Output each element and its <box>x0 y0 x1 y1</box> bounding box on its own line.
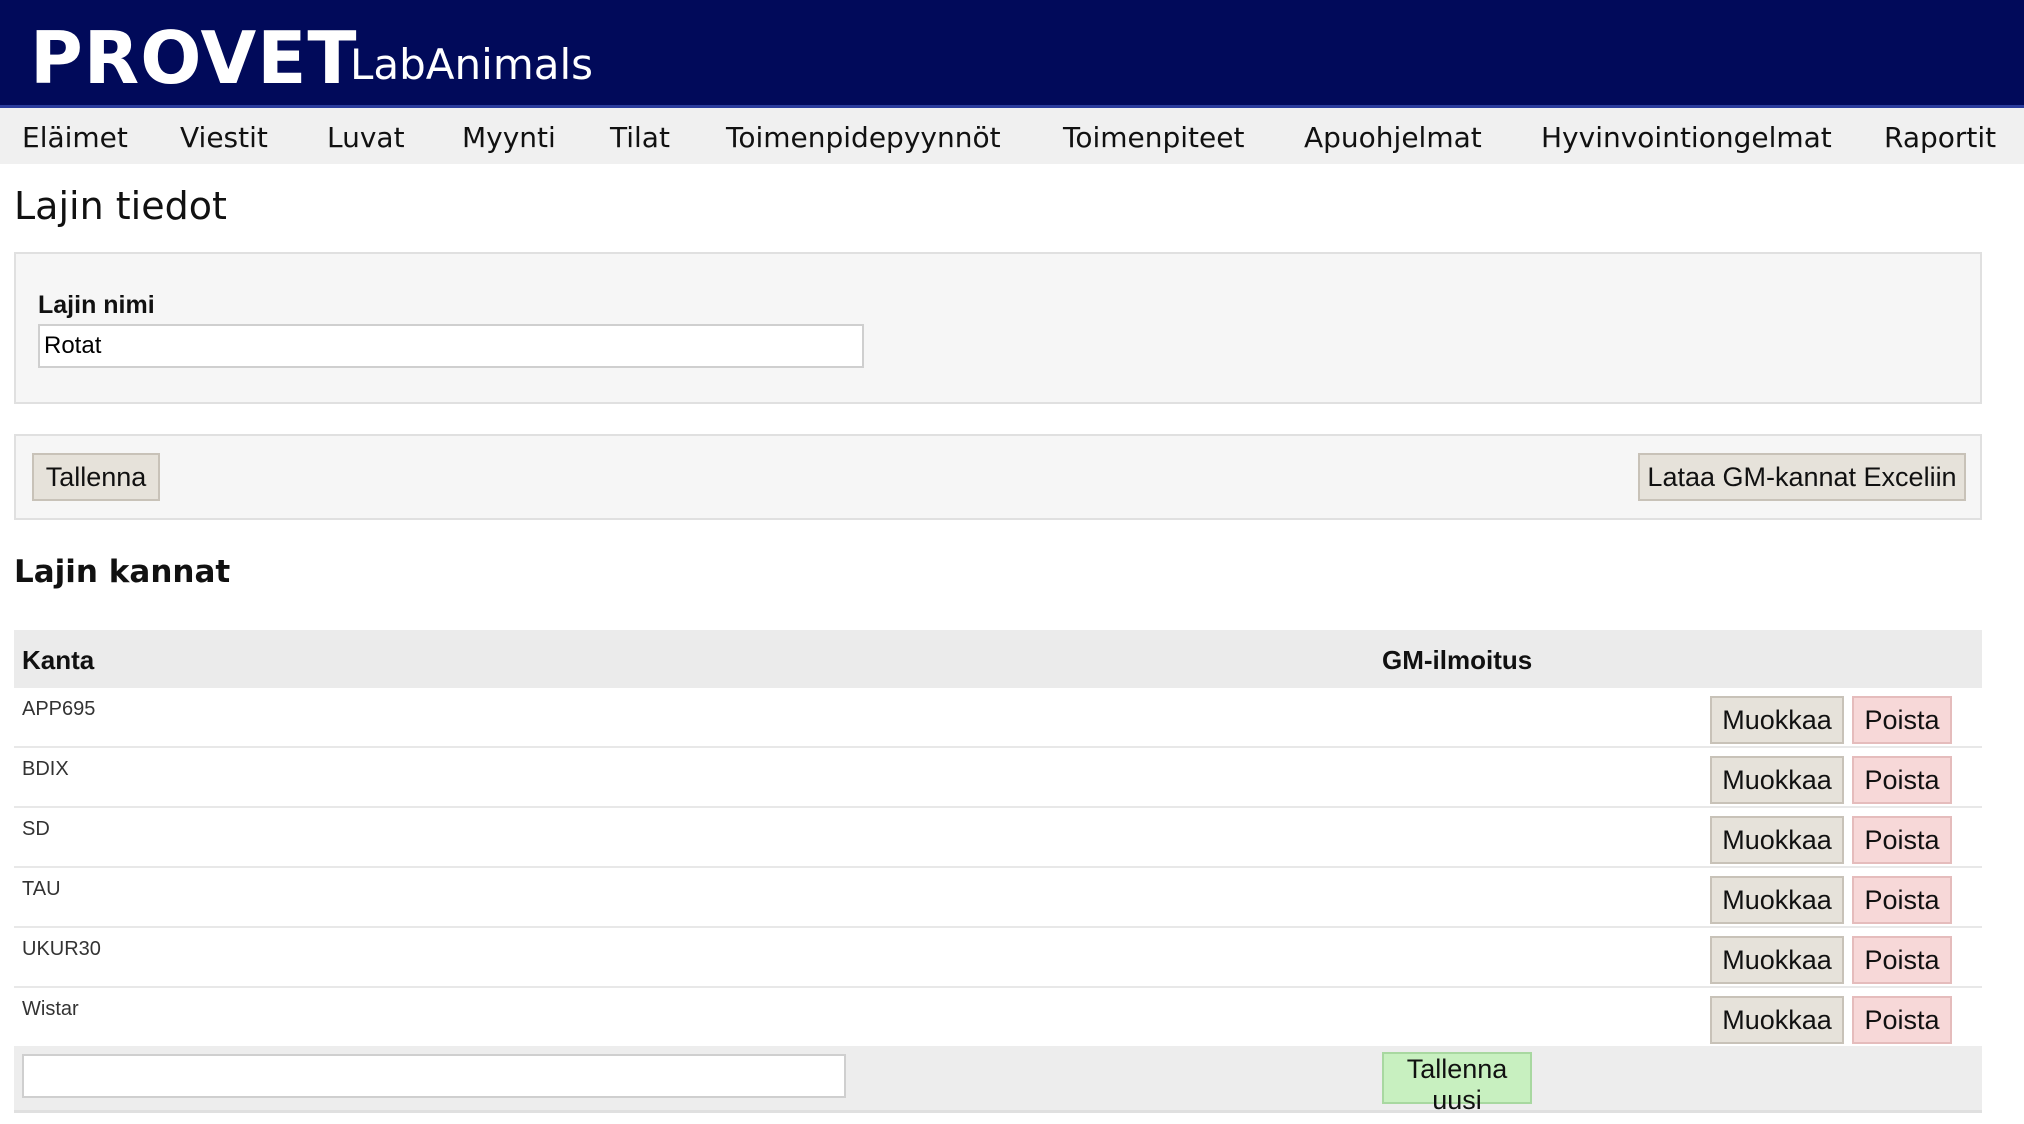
table-row: APP695 Muokkaa Poista <box>14 688 1982 749</box>
nav-item-luvat[interactable]: Luvat <box>327 122 405 154</box>
edit-button[interactable]: Muokkaa <box>1710 756 1844 804</box>
strain-name: UKUR30 <box>22 938 101 960</box>
table-row: Wistar Muokkaa Poista <box>14 988 1982 1049</box>
edit-button[interactable]: Muokkaa <box>1710 816 1844 864</box>
delete-button[interactable]: Poista <box>1852 936 1952 984</box>
save-new-strain-button[interactable]: Tallenna uusi <box>1382 1052 1532 1115</box>
species-form-panel: Lajin nimi <box>14 252 1982 404</box>
edit-button[interactable]: Muokkaa <box>1710 876 1844 924</box>
delete-button[interactable]: Poista <box>1852 816 1952 864</box>
brand-logo: PROVET <box>30 16 358 100</box>
product-name: LabAnimals <box>350 40 594 89</box>
table-header: Kanta GM-ilmoitus <box>14 630 1982 688</box>
nav-item-myynti[interactable]: Myynti <box>462 122 556 154</box>
new-strain-input[interactable] <box>22 1054 846 1098</box>
export-gm-strains-button[interactable]: Lataa GM-kannat Exceliin <box>1638 453 1966 501</box>
table-row: SD Muokkaa Poista <box>14 808 1982 869</box>
delete-button[interactable]: Poista <box>1852 696 1952 744</box>
strains-section-title: Lajin kannat <box>14 554 231 590</box>
table-row: TAU Muokkaa Poista <box>14 868 1982 929</box>
new-strain-row: Tallenna uusi <box>14 1046 1982 1115</box>
strain-name: SD <box>22 818 50 840</box>
strain-name: BDIX <box>22 758 69 780</box>
nav-item-apuohjelmat[interactable]: Apuohjelmat <box>1304 122 1482 154</box>
main-nav: Eläimet Viestit Luvat Myynti Tilat Toime… <box>0 108 2024 164</box>
table-row: BDIX Muokkaa Poista <box>14 748 1982 809</box>
strain-name: APP695 <box>22 698 96 720</box>
edit-button[interactable]: Muokkaa <box>1710 696 1844 744</box>
nav-item-toimenpidepyynnot[interactable]: Toimenpidepyynnöt <box>726 122 1001 154</box>
action-bar: Tallenna Lataa GM-kannat Exceliin <box>14 434 1982 520</box>
column-header-gm-ilmoitus: GM-ilmoitus <box>1382 645 1533 675</box>
save-button[interactable]: Tallenna <box>32 453 160 501</box>
delete-button[interactable]: Poista <box>1852 996 1952 1044</box>
species-name-label: Lajin nimi <box>38 291 155 319</box>
page-title: Lajin tiedot <box>14 184 227 228</box>
table-row: UKUR30 Muokkaa Poista <box>14 928 1982 989</box>
nav-item-raportit[interactable]: Raportit <box>1884 122 1996 154</box>
nav-item-tilat[interactable]: Tilat <box>610 122 670 154</box>
delete-button[interactable]: Poista <box>1852 756 1952 804</box>
edit-button[interactable]: Muokkaa <box>1710 996 1844 1044</box>
delete-button[interactable]: Poista <box>1852 876 1952 924</box>
app-header: PROVET LabAnimals <box>0 0 2024 108</box>
nav-item-toimenpiteet[interactable]: Toimenpiteet <box>1063 122 1244 154</box>
strain-name: Wistar <box>22 998 79 1020</box>
strain-name: TAU <box>22 878 61 900</box>
nav-item-viestit[interactable]: Viestit <box>180 122 268 154</box>
nav-item-elaimet[interactable]: Eläimet <box>22 122 128 154</box>
edit-button[interactable]: Muokkaa <box>1710 936 1844 984</box>
column-header-kanta: Kanta <box>22 645 95 675</box>
species-name-input[interactable] <box>38 324 864 368</box>
nav-item-hyvinvointiongelmat[interactable]: Hyvinvointiongelmat <box>1541 122 1832 154</box>
